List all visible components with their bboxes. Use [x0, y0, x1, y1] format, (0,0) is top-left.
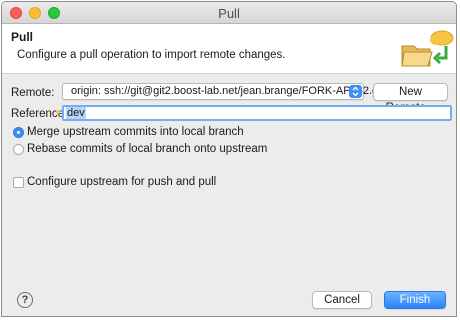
remote-label: Remote: [11, 87, 55, 99]
configure-upstream-checkbox[interactable] [13, 177, 24, 188]
help-icon[interactable]: ? [17, 292, 33, 308]
finish-button[interactable]: Finish [384, 291, 446, 309]
title-bar: Pull [2, 2, 456, 24]
remote-select-value: origin: ssh://git@git2.boost-lab.net/jea… [71, 85, 384, 97]
rebase-radio[interactable] [13, 144, 24, 155]
remote-select[interactable]: origin: ssh://git@git2.boost-lab.net/jea… [62, 83, 384, 100]
configure-upstream-label[interactable]: Configure upstream for push and pull [27, 176, 216, 188]
chevron-updown-icon [349, 85, 362, 98]
cancel-button[interactable]: Cancel [312, 291, 372, 309]
content-assist-icon [55, 104, 61, 114]
folder-cloud-pull-icon [401, 30, 454, 67]
merge-option-label[interactable]: Merge upstream commits into local branch [27, 126, 244, 138]
merge-radio[interactable] [13, 127, 24, 138]
header-title: Pull [11, 30, 34, 44]
reference-input[interactable]: dev [62, 105, 452, 121]
pull-dialog: Pull Pull Configure a pull operation to … [1, 1, 457, 317]
dialog-header: Pull Configure a pull operation to impor… [2, 24, 456, 74]
header-description: Configure a pull operation to import rem… [17, 49, 286, 61]
window-title: Pull [218, 6, 240, 21]
rebase-option-label[interactable]: Rebase commits of local branch onto upst… [27, 143, 267, 155]
reference-input-value: dev [66, 107, 86, 119]
new-remote-button[interactable]: New Remote... [373, 83, 448, 114]
